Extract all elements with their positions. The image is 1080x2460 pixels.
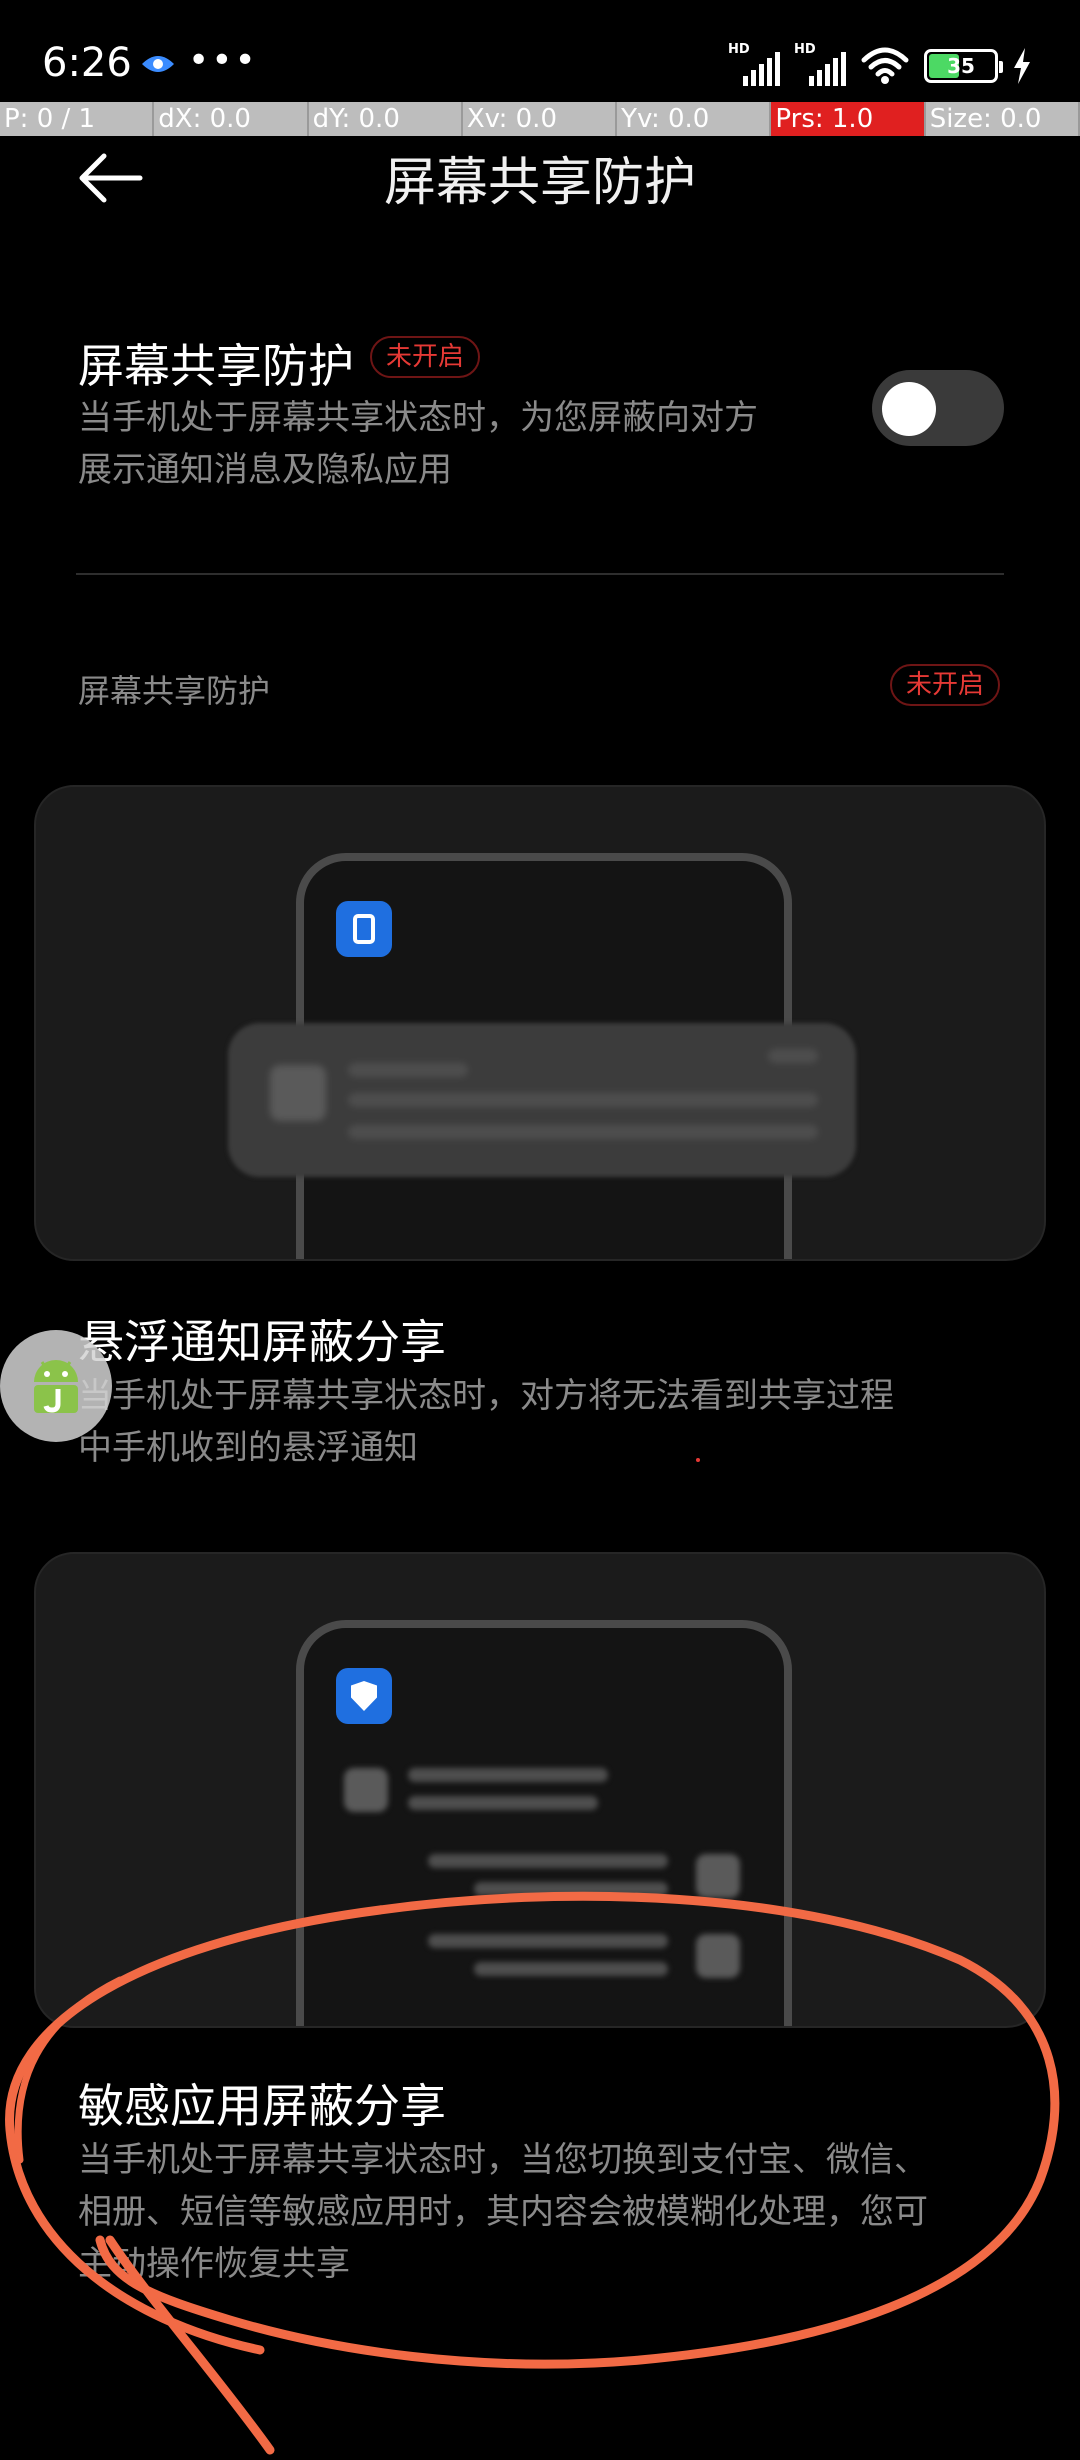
battery-icon: 35 (924, 49, 1003, 83)
signal-icon: HD (728, 42, 780, 86)
sensitive-app-illustration (34, 1552, 1046, 2028)
status-badge: 未开启 (890, 664, 1001, 706)
toggle-knob (882, 382, 936, 436)
feature-desc-line: 当手机处于屏幕共享状态时，对方将无法看到共享过程 (78, 1376, 894, 1416)
screen-share-protection-toggle[interactable] (872, 370, 1004, 446)
eye-icon (142, 56, 174, 72)
debug-xv: Xv: 0.0 (462, 102, 618, 136)
shield-app-icon (336, 1668, 392, 1724)
status-badge: 未开启 (370, 336, 481, 378)
app-icon (336, 901, 392, 957)
feature-desc-line: 相册、短信等敏感应用时，其内容会被模糊化处理，您可 (78, 2192, 928, 2232)
wifi-icon (861, 47, 909, 84)
more-notifications-icon: ••• (188, 40, 258, 81)
blurred-notification (228, 1023, 856, 1177)
status-time: 6:26 (42, 40, 132, 86)
section-title: 屏幕共享防护 (78, 672, 271, 710)
setting-description: 当手机处于屏幕共享状态时，为您屏蔽向对方 展示通知消息及隐私应用 (78, 392, 858, 496)
debug-dx: dX: 0.0 (154, 102, 309, 136)
feature-desc-line: 当手机处于屏幕共享状态时，当您切换到支付宝、微信、 (78, 2140, 928, 2180)
feature-title-sensitive-app: 敏感应用屏蔽分享 (78, 2079, 446, 2133)
setting-desc-line: 展示通知消息及隐私应用 (78, 450, 452, 490)
feature-desc-line: 中手机收到的悬浮通知 (78, 1428, 418, 1468)
feature-description: 当手机处于屏幕共享状态时，对方将无法看到共享过程 中手机收到的悬浮通知 (78, 1370, 1018, 1474)
debug-pressure: Prs: 1.0 (771, 102, 926, 136)
floating-android-bubble[interactable] (0, 1330, 112, 1442)
pointer-location-bar: P: 0 / 1 dX: 0.0 dY: 0.0 Xv: 0.0 Yv: 0.0… (0, 102, 1080, 136)
status-icons: HD HD 35 (728, 42, 1032, 86)
signal-icon: HD (794, 42, 846, 86)
setting-title: 屏幕共享防护 (78, 339, 354, 393)
phone-illustration (296, 1620, 792, 2026)
battery-level: 35 (947, 54, 975, 78)
debug-yv: Yv: 0.0 (617, 102, 772, 136)
page-title: 屏幕共享防护 (383, 153, 696, 213)
feature-description: 当手机处于屏幕共享状态时，当您切换到支付宝、微信、 相册、短信等敏感应用时，其内… (78, 2134, 1018, 2290)
touch-indicator-dot (696, 1458, 700, 1462)
android-icon (34, 1360, 78, 1413)
divider (76, 573, 1004, 575)
debug-dy: dY: 0.0 (308, 102, 463, 136)
setting-desc-line: 当手机处于屏幕共享状态时，为您屏蔽向对方 (78, 398, 758, 438)
charging-icon (1014, 48, 1030, 84)
debug-size: Size: 0.0 (925, 102, 1080, 136)
floating-notification-illustration (34, 785, 1046, 1261)
feature-title-floating-notification: 悬浮通知屏蔽分享 (78, 1315, 446, 1369)
feature-desc-line: 主动操作恢复共享 (78, 2244, 350, 2284)
debug-pointer-count: P: 0 / 1 (0, 102, 155, 136)
